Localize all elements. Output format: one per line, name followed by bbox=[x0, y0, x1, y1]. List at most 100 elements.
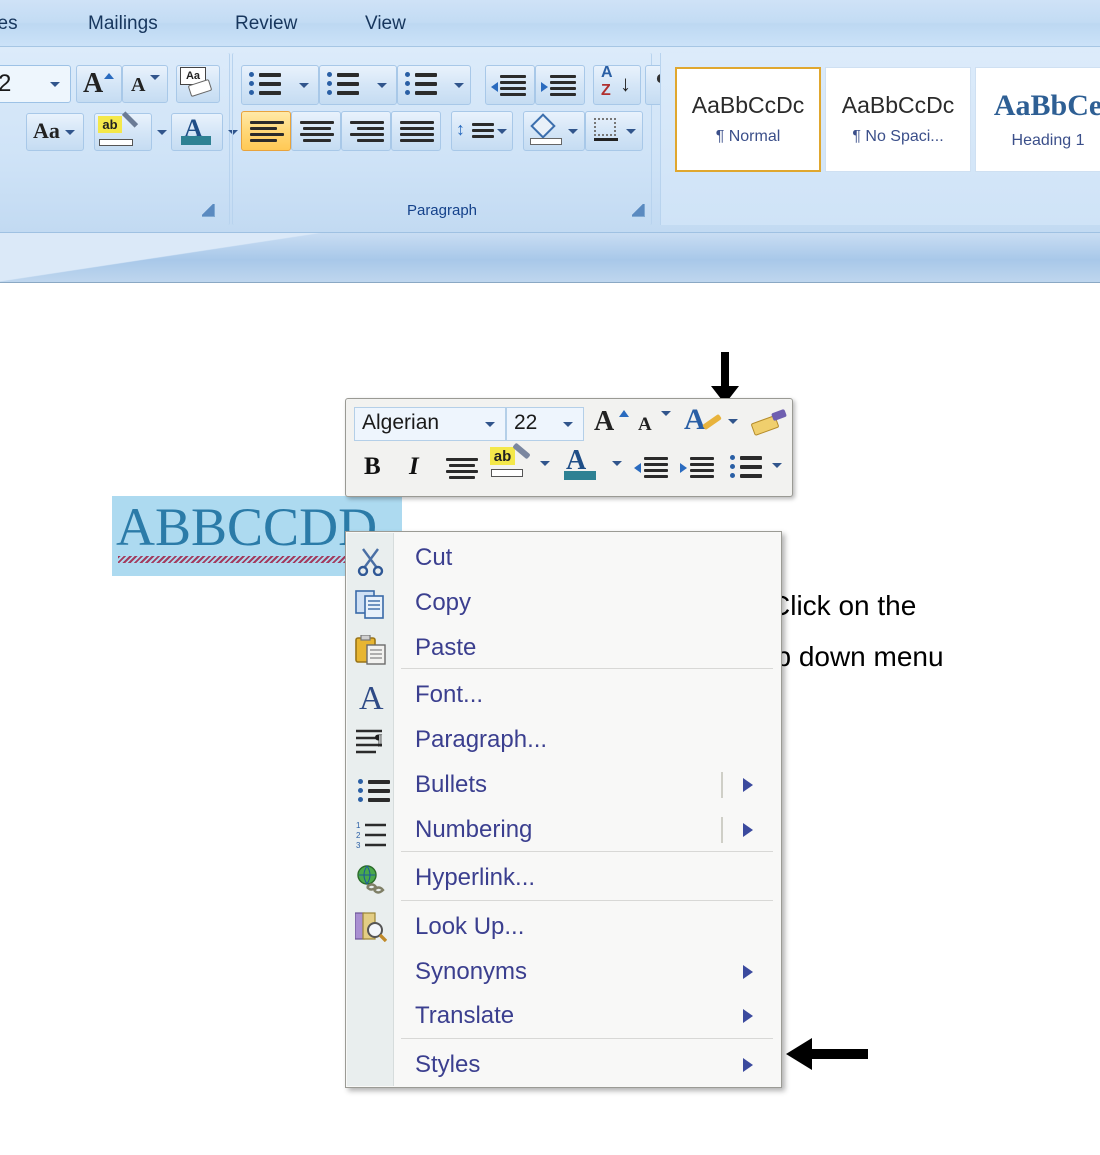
shading-button[interactable] bbox=[523, 111, 585, 151]
mini-bullets-dropdown[interactable] bbox=[724, 449, 786, 487]
shrink-font-button[interactable]: A bbox=[122, 65, 168, 103]
chevron-down-icon bbox=[299, 83, 309, 88]
chevron-down-icon bbox=[563, 422, 573, 427]
mini-font-name-combo[interactable]: Algerian bbox=[354, 407, 506, 441]
clear-formatting-button[interactable]: Aa bbox=[176, 65, 220, 103]
mini-grow-font-label: A bbox=[594, 406, 615, 437]
context-menu-item-font[interactable]: Font... bbox=[395, 672, 781, 717]
align-right-icon bbox=[350, 121, 384, 145]
style-tile-normal[interactable]: AaBbCcDc ¶ Normal bbox=[675, 67, 821, 172]
mini-italic-button[interactable]: I bbox=[398, 449, 436, 487]
selected-text[interactable]: ABBCCDD bbox=[116, 496, 377, 558]
context-menu-item-paragraph[interactable]: Paragraph... bbox=[395, 717, 781, 762]
mini-text-highlight-dropdown[interactable]: A bbox=[682, 403, 742, 443]
mini-highlight-label: ab bbox=[490, 447, 515, 465]
increase-indent-button[interactable] bbox=[535, 65, 585, 105]
increase-indent-icon bbox=[550, 75, 576, 99]
sort-button[interactable]: A Z ↓ bbox=[593, 64, 641, 105]
paragraph-group-label: Paragraph bbox=[406, 202, 478, 219]
line-spacing-button[interactable]: ↕ bbox=[451, 111, 513, 151]
bullets-button[interactable] bbox=[241, 65, 319, 105]
grow-font-button[interactable]: A bbox=[76, 65, 122, 103]
annotation-arrow-down-icon bbox=[711, 352, 739, 404]
context-menu-item-styles[interactable]: Styles bbox=[395, 1042, 781, 1087]
context-menu-item-synonyms[interactable]: Synonyms bbox=[395, 949, 781, 994]
menu-separator bbox=[401, 1038, 773, 1039]
down-arrow-icon: ↓ bbox=[620, 71, 631, 96]
context-menu-item-look-up[interactable]: Look Up... bbox=[395, 904, 781, 949]
increase-indent-icon bbox=[690, 457, 714, 481]
mini-highlight-dropdown[interactable]: ab bbox=[488, 442, 552, 489]
mini-format-painter-button[interactable] bbox=[750, 407, 790, 441]
mini-grow-font-button[interactable]: A bbox=[592, 406, 634, 441]
chevron-down-icon bbox=[497, 129, 507, 134]
align-left-button[interactable] bbox=[241, 111, 291, 151]
word-screenshot: ces Mailings Review View 2 A A bbox=[0, 0, 1100, 1155]
mini-decrease-indent-button[interactable] bbox=[630, 449, 674, 487]
font-color-swatch bbox=[181, 136, 211, 145]
multilevel-list-button[interactable] bbox=[397, 65, 471, 105]
mini-font-size-combo[interactable]: 22 bbox=[506, 407, 584, 441]
context-menu-item-hyperlink[interactable]: Hyperlink... bbox=[395, 855, 781, 900]
style-tile-heading1[interactable]: AaBbCе Heading 1 bbox=[975, 67, 1100, 172]
ribbon-tab-view[interactable]: View bbox=[355, 10, 416, 38]
mini-text-highlight-label: A bbox=[684, 403, 706, 436]
decrease-indent-icon bbox=[644, 457, 668, 481]
context-menu-item-numbering[interactable]: Numbering bbox=[395, 807, 781, 852]
highlight-color-swatch bbox=[491, 469, 523, 477]
mini-font-color-dropdown[interactable]: A bbox=[560, 445, 624, 489]
chevron-down-icon bbox=[626, 129, 636, 134]
context-menu-label-cut: Cut bbox=[415, 544, 453, 571]
mini-font-name-value: Algerian bbox=[362, 411, 440, 434]
mini-shrink-font-button[interactable]: A bbox=[634, 407, 676, 441]
style-tile-no-spacing[interactable]: AaBbCcDc ¶ No Spaci... bbox=[825, 67, 971, 172]
mini-bold-button[interactable]: B bbox=[356, 449, 394, 487]
styles-gallery: AaBbCcDc ¶ Normal AaBbCcDc ¶ No Spaci...… bbox=[660, 53, 1100, 225]
ribbon-body: 2 A A Aa Aa ab A A Z ↓ ↕ Paragraph AaBbC… bbox=[0, 47, 1100, 233]
change-case-button[interactable]: Aa bbox=[26, 113, 84, 151]
grow-font-label: A bbox=[83, 68, 104, 99]
mini-center-button[interactable] bbox=[440, 449, 482, 487]
paragraph-dialog-launcher[interactable] bbox=[632, 204, 645, 217]
decrease-indent-button[interactable] bbox=[485, 65, 535, 105]
borders-button[interactable] bbox=[585, 111, 643, 151]
context-menu-item-translate[interactable]: Translate bbox=[395, 993, 781, 1038]
context-menu-item-copy[interactable]: Copy bbox=[395, 580, 781, 625]
font-group: 2 A A Aa Aa ab A bbox=[0, 53, 238, 225]
justify-icon bbox=[400, 121, 434, 145]
ribbon-tab-review[interactable]: Review bbox=[225, 10, 307, 38]
numbering-button[interactable] bbox=[319, 65, 397, 105]
mini-increase-indent-button[interactable] bbox=[676, 449, 720, 487]
right-arrow-icon bbox=[680, 463, 687, 473]
numbering-icon: 1 2 3 bbox=[356, 821, 386, 850]
ribbon-tab-mailings[interactable]: Mailings bbox=[78, 10, 168, 38]
updown-arrow-icon: ↕ bbox=[456, 119, 465, 139]
chevron-down-icon bbox=[728, 419, 738, 424]
font-dialog-launcher[interactable] bbox=[202, 204, 215, 217]
align-center-button[interactable] bbox=[291, 111, 341, 151]
text-highlight-button[interactable]: ab bbox=[94, 111, 167, 151]
context-menu: A ¶ 1 2 3 Cut Copy Paste Font... Paragra… bbox=[345, 531, 782, 1088]
sort-z-label: Z bbox=[601, 82, 611, 99]
copy-icon bbox=[355, 590, 384, 619]
context-menu-item-paste[interactable]: Paste bbox=[395, 625, 781, 670]
font-color-button[interactable]: A bbox=[171, 113, 238, 151]
chevron-down-icon bbox=[65, 130, 75, 135]
ribbon-tab-references[interactable]: ces bbox=[0, 10, 28, 38]
style-sample-normal: AaBbCcDc bbox=[691, 91, 805, 118]
context-menu-item-cut[interactable]: Cut bbox=[395, 535, 781, 580]
submenu-arrow-icon bbox=[743, 1009, 753, 1023]
scissors-icon bbox=[357, 548, 384, 576]
submenu-arrow-icon bbox=[743, 1058, 753, 1072]
style-sample-no-spacing: AaBbCcDc bbox=[841, 91, 955, 118]
justify-button[interactable] bbox=[391, 111, 441, 151]
font-size-combo[interactable]: 2 bbox=[0, 65, 71, 103]
ribbon: ces Mailings Review View 2 A A bbox=[0, 0, 1100, 284]
chevron-down-icon bbox=[377, 83, 387, 88]
context-menu-label-paragraph: Paragraph... bbox=[415, 726, 548, 753]
context-menu-label-numbering: Numbering bbox=[415, 816, 533, 843]
submenu-arrow-icon bbox=[743, 965, 753, 979]
hyperlink-icon bbox=[357, 865, 385, 894]
context-menu-item-bullets[interactable]: Bullets bbox=[395, 762, 781, 807]
align-right-button[interactable] bbox=[341, 111, 391, 151]
